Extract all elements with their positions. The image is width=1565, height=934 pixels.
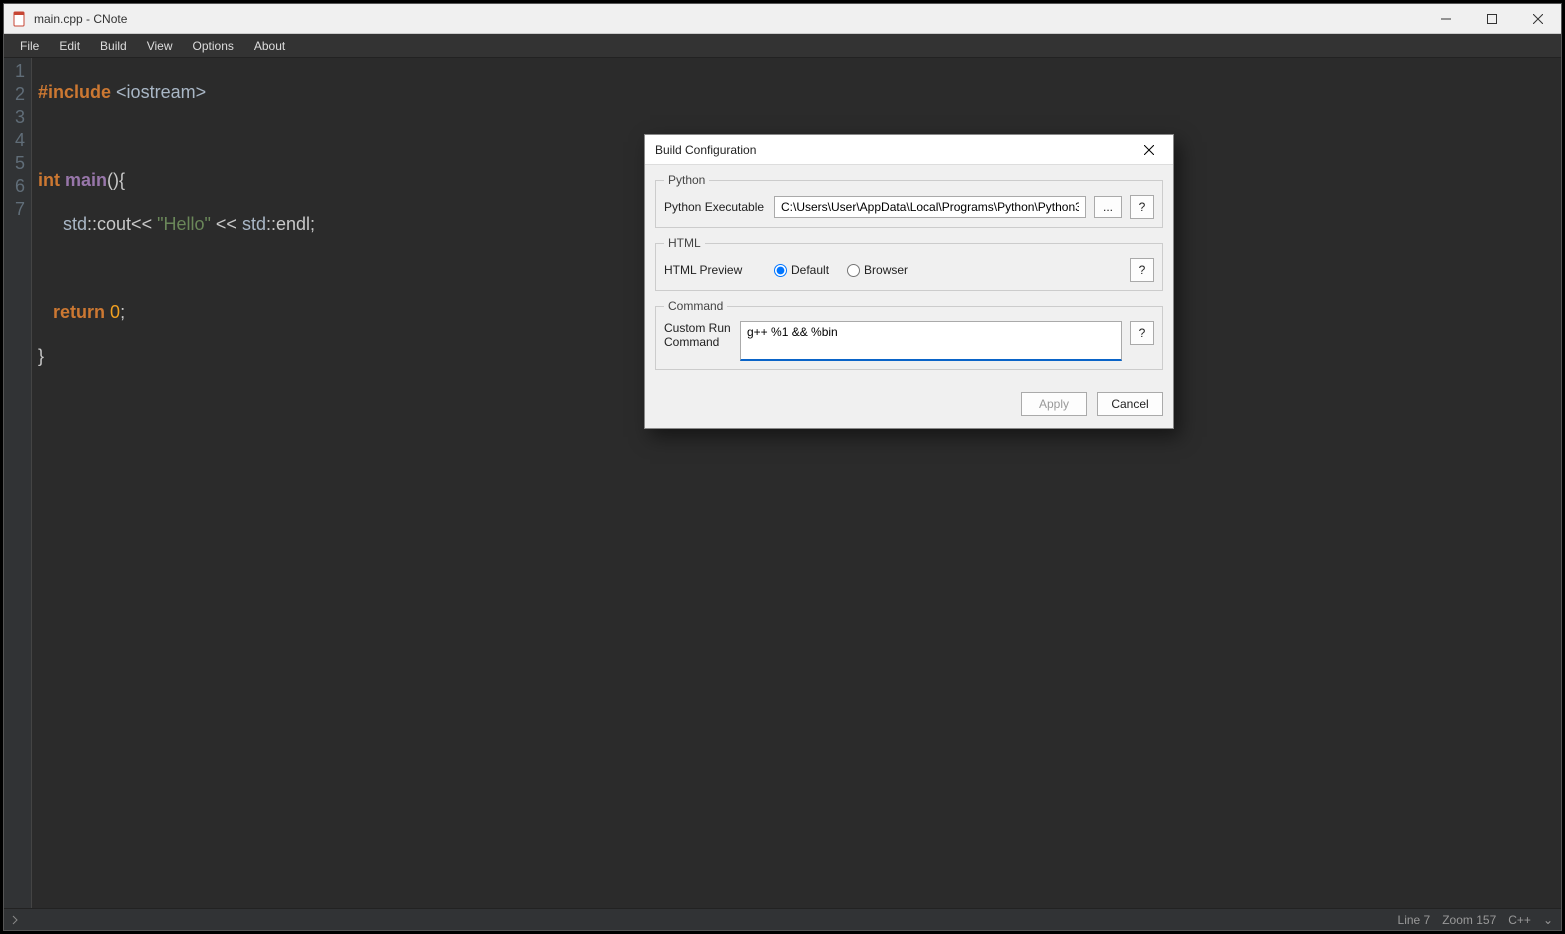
html-default-label: Default (791, 263, 829, 277)
html-group: HTML HTML Preview Default Browser ? (655, 236, 1163, 291)
command-legend: Command (664, 299, 727, 313)
code-token: <iostream> (116, 82, 206, 102)
code-token: ::endl; (266, 214, 315, 234)
html-preview-label: HTML Preview (664, 263, 766, 277)
line-number: 1 (10, 60, 25, 83)
line-number: 3 (10, 106, 25, 129)
build-config-dialog: Build Configuration Python Python Execut… (644, 134, 1174, 429)
command-help-button[interactable]: ? (1130, 321, 1154, 345)
menubar: File Edit Build View Options About (4, 34, 1561, 58)
code-token: std (63, 214, 87, 234)
code-token: } (38, 346, 44, 366)
line-number: 4 (10, 129, 25, 152)
maximize-button[interactable] (1469, 4, 1515, 34)
minimize-button[interactable] (1423, 4, 1469, 34)
html-browser-radio[interactable] (847, 264, 860, 277)
statusbar: Line 7 Zoom 157 C++ ⌄ (4, 908, 1561, 930)
code-token: #include (38, 82, 111, 102)
status-zoom: Zoom 157 (1442, 913, 1496, 927)
html-default-radio[interactable] (774, 264, 787, 277)
python-help-button[interactable]: ? (1130, 195, 1154, 219)
line-number: 2 (10, 83, 25, 106)
code-token: 0 (110, 302, 120, 322)
gutter: 1 2 3 4 5 6 7 (4, 58, 32, 908)
python-group: Python Python Executable ... ? (655, 173, 1163, 228)
code-token: (){ (107, 170, 125, 190)
custom-run-label: Custom Run Command (664, 321, 732, 361)
code-token (38, 302, 53, 322)
apply-button[interactable]: Apply (1021, 392, 1087, 416)
dialog-close-button[interactable] (1135, 136, 1163, 164)
menu-view[interactable]: View (137, 34, 183, 57)
command-group: Command Custom Run Command g++ %1 && %bi… (655, 299, 1163, 370)
html-browser-option[interactable]: Browser (847, 263, 908, 277)
html-legend: HTML (664, 236, 705, 250)
window-title: main.cpp - CNote (34, 12, 127, 26)
browse-button[interactable]: ... (1094, 196, 1122, 218)
dialog-titlebar: Build Configuration (645, 135, 1173, 165)
menu-about[interactable]: About (244, 34, 295, 57)
dialog-title: Build Configuration (655, 143, 756, 157)
code-token: "Hello" (157, 214, 211, 234)
status-lang[interactable]: C++ (1508, 913, 1531, 927)
code-area[interactable]: #include <iostream> int main(){ std::cou… (32, 58, 321, 908)
python-legend: Python (664, 173, 709, 187)
chevron-down-icon[interactable]: ⌄ (1543, 913, 1553, 927)
code-token: ::cout<< (87, 214, 157, 234)
html-browser-label: Browser (864, 263, 908, 277)
python-exe-label: Python Executable (664, 200, 766, 214)
python-exe-input[interactable] (774, 196, 1086, 218)
cancel-button[interactable]: Cancel (1097, 392, 1163, 416)
html-help-button[interactable]: ? (1130, 258, 1154, 282)
menu-file[interactable]: File (10, 34, 49, 57)
status-line: Line 7 (1398, 913, 1431, 927)
menu-edit[interactable]: Edit (49, 34, 90, 57)
titlebar: main.cpp - CNote (4, 4, 1561, 34)
custom-run-input[interactable]: g++ %1 && %bin (740, 321, 1122, 361)
code-token: main (65, 170, 107, 190)
code-token: return (53, 302, 105, 322)
code-token: int (38, 170, 60, 190)
menu-options[interactable]: Options (183, 34, 244, 57)
html-default-option[interactable]: Default (774, 263, 829, 277)
line-number: 7 (10, 198, 25, 221)
close-button[interactable] (1515, 4, 1561, 34)
status-cursor-icon (12, 915, 22, 925)
code-token: << (211, 214, 242, 234)
code-token (38, 214, 63, 234)
app-icon (12, 11, 28, 27)
code-token: std (242, 214, 266, 234)
line-number: 5 (10, 152, 25, 175)
main-window: main.cpp - CNote File Edit Build View Op… (3, 3, 1562, 931)
line-number: 6 (10, 175, 25, 198)
menu-build[interactable]: Build (90, 34, 137, 57)
code-token: ; (120, 302, 125, 322)
